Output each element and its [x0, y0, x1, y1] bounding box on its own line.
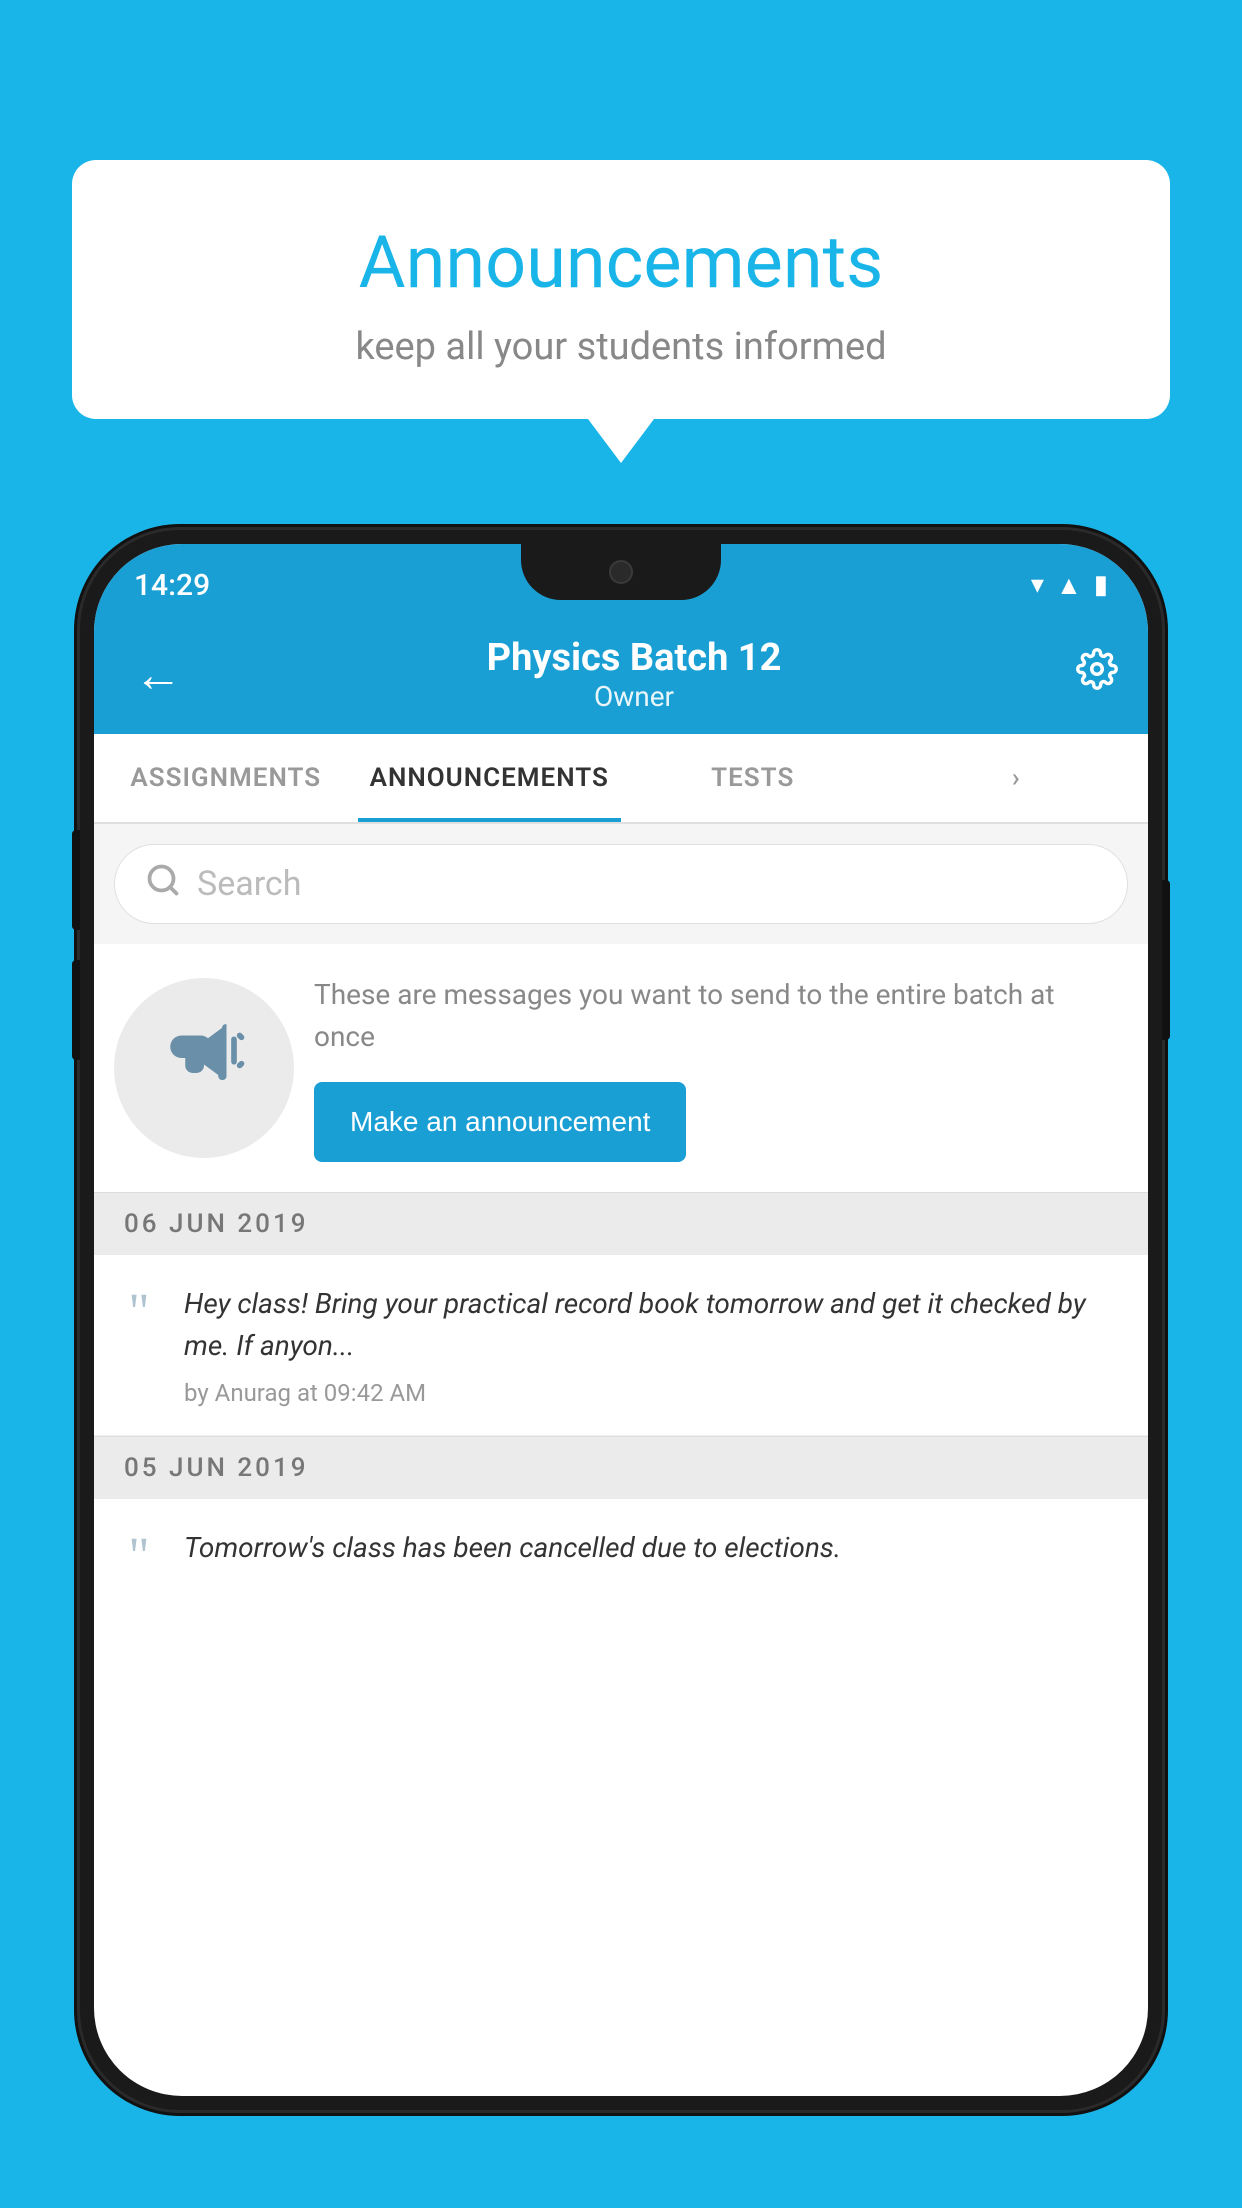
speech-bubble: Announcements keep all your students inf… — [72, 160, 1170, 419]
tab-more[interactable]: › — [885, 734, 1149, 822]
power-button — [1162, 880, 1170, 1040]
settings-button[interactable] — [1076, 648, 1118, 700]
app-header: ← Physics Batch 12 Owner — [94, 614, 1148, 734]
signal-icon: ▲ — [1056, 570, 1082, 601]
phone-outer: 14:29 ▾ ▲ ▮ ← Physics Batch 12 Owner — [80, 530, 1162, 2110]
announcement-item-1[interactable]: " Hey class! Bring your practical record… — [94, 1255, 1148, 1436]
phone-screen: 14:29 ▾ ▲ ▮ ← Physics Batch 12 Owner — [94, 544, 1148, 2096]
date-separator-1: 06 JUN 2019 — [94, 1192, 1148, 1255]
announcement-text-1: Hey class! Bring your practical record b… — [184, 1283, 1118, 1407]
date-separator-2: 05 JUN 2019 — [94, 1436, 1148, 1499]
tab-assignments[interactable]: ASSIGNMENTS — [94, 734, 358, 822]
battery-icon: ▮ — [1094, 570, 1108, 600]
make-announcement-button[interactable]: Make an announcement — [314, 1082, 686, 1162]
promo-card: These are messages you want to send to t… — [94, 944, 1148, 1192]
tabs-bar: ASSIGNMENTS ANNOUNCEMENTS TESTS › — [94, 734, 1148, 824]
announcement-message-2: Tomorrow's class has been cancelled due … — [184, 1527, 1118, 1569]
search-bar[interactable]: Search — [114, 844, 1128, 924]
back-button[interactable]: ← — [124, 636, 192, 713]
announcement-item-2[interactable]: " Tomorrow's class has been cancelled du… — [94, 1499, 1148, 1611]
announcement-message-1: Hey class! Bring your practical record b… — [184, 1283, 1118, 1367]
content-area: Search These are mes — [94, 824, 1148, 1611]
status-icons: ▾ ▲ ▮ — [1031, 570, 1108, 601]
megaphone-icon — [159, 1013, 249, 1123]
bubble-subtitle: keep all your students informed — [132, 325, 1110, 369]
search-placeholder: Search — [197, 864, 301, 904]
tab-announcements[interactable]: ANNOUNCEMENTS — [358, 734, 622, 822]
phone-mockup: 14:29 ▾ ▲ ▮ ← Physics Batch 12 Owner — [80, 530, 1162, 2110]
volume-button-2 — [72, 960, 80, 1060]
bubble-title: Announcements — [132, 220, 1110, 305]
header-title: Physics Batch 12 — [192, 636, 1076, 680]
wifi-icon: ▾ — [1031, 570, 1044, 600]
quote-icon-2: " — [114, 1527, 164, 1583]
megaphone-circle — [114, 978, 294, 1158]
search-icon — [145, 862, 181, 907]
phone-notch — [521, 544, 721, 600]
speech-bubble-container: Announcements keep all your students inf… — [72, 160, 1170, 419]
header-subtitle: Owner — [192, 680, 1076, 713]
status-time: 14:29 — [134, 568, 210, 603]
tab-tests[interactable]: TESTS — [621, 734, 885, 822]
volume-button-1 — [72, 830, 80, 930]
camera — [609, 560, 633, 584]
promo-description: These are messages you want to send to t… — [314, 974, 1118, 1058]
announcement-meta-1: by Anurag at 09:42 AM — [184, 1379, 1118, 1407]
promo-text-area: These are messages you want to send to t… — [314, 974, 1118, 1162]
quote-icon-1: " — [114, 1283, 164, 1339]
header-title-area: Physics Batch 12 Owner — [192, 636, 1076, 713]
announcement-text-2: Tomorrow's class has been cancelled due … — [184, 1527, 1118, 1581]
